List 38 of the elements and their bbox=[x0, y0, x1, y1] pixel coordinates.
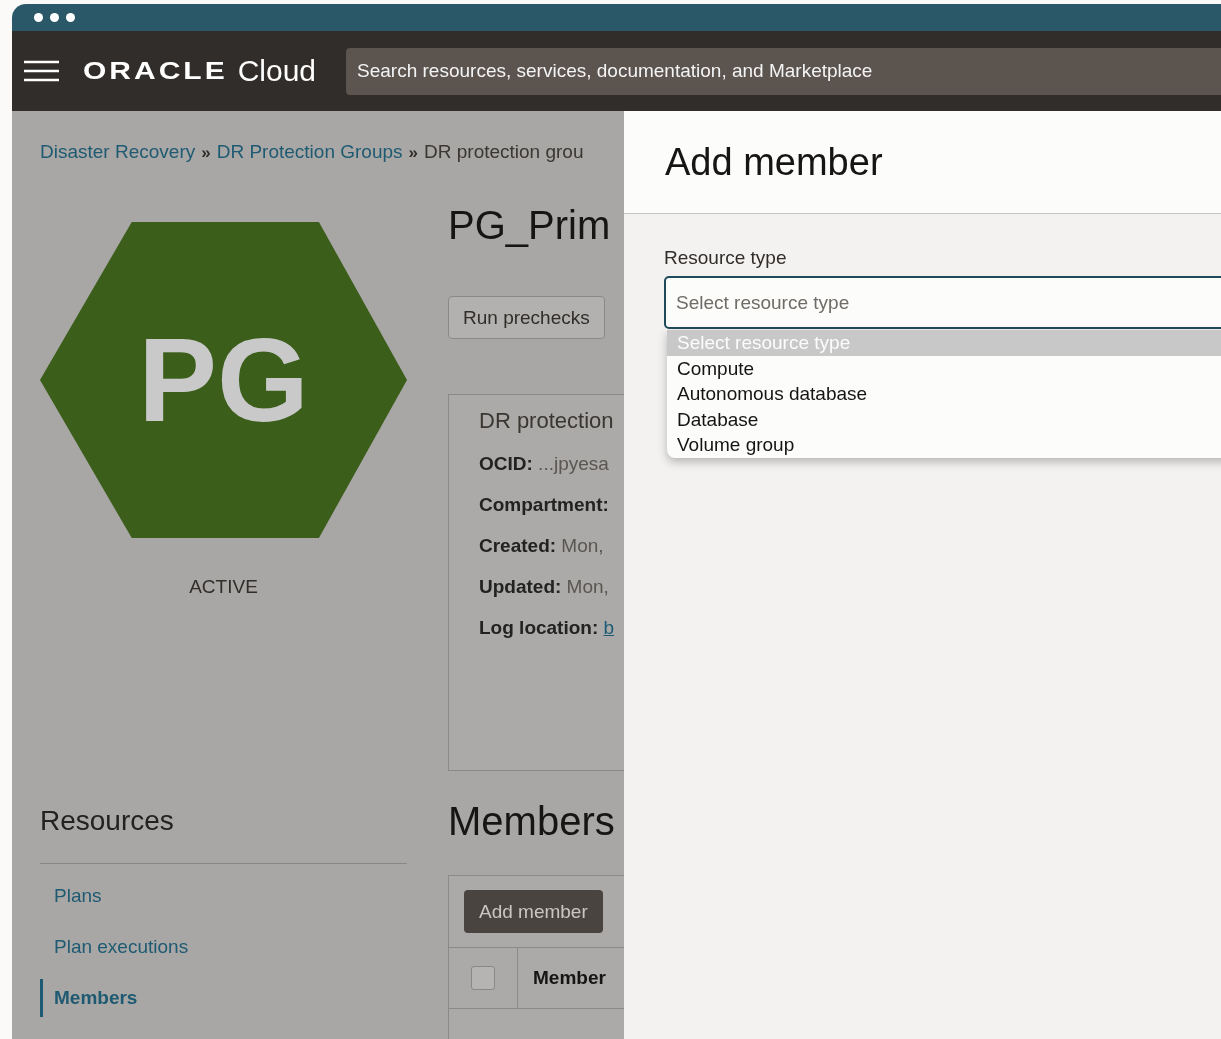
info-field: Log location: b bbox=[479, 617, 624, 639]
resource-nav-link[interactable]: Plans bbox=[40, 877, 407, 915]
breadcrumb-separator: » bbox=[408, 143, 418, 163]
panel-title: Add member bbox=[665, 140, 883, 184]
add-member-button[interactable]: Add member bbox=[464, 890, 603, 933]
action-button[interactable]: Run prechecks bbox=[448, 296, 605, 339]
field-label: Resource type bbox=[664, 247, 788, 269]
dropdown-option[interactable]: Compute bbox=[667, 355, 1221, 381]
info-field: Updated: Mon, bbox=[479, 576, 624, 598]
column-header: Member bbox=[532, 966, 606, 990]
info-field: Compartment: bbox=[479, 494, 624, 516]
dropdown-option[interactable]: Autonomous database bbox=[667, 381, 1221, 407]
info-field: OCID: ...jpyesa bbox=[479, 453, 624, 475]
breadcrumb-current: DR protection grou bbox=[424, 141, 584, 163]
menu-icon[interactable] bbox=[24, 60, 59, 82]
members-heading: Members bbox=[448, 799, 616, 843]
product-name: Cloud bbox=[237, 54, 317, 88]
breadcrumb-separator: » bbox=[201, 143, 211, 163]
info-field: Created: Mon, bbox=[479, 535, 624, 557]
resource-type-select[interactable]: Select resource type bbox=[664, 276, 1221, 329]
dropdown-option[interactable]: Database bbox=[667, 406, 1221, 432]
resource-nav-link[interactable]: Plan executions bbox=[40, 928, 407, 966]
page-title: PG_Prim bbox=[448, 203, 612, 247]
logo-text[interactable]: ORACLE bbox=[83, 57, 228, 85]
window-dot-icon bbox=[50, 13, 59, 22]
search-field[interactable]: Search resources, services, documentation, and Marketplace bbox=[346, 47, 1221, 95]
status-text: ACTIVE bbox=[188, 576, 259, 598]
badge-initials: PG bbox=[138, 313, 309, 448]
select-all-checkbox[interactable] bbox=[471, 966, 495, 990]
window-dot-icon bbox=[34, 13, 43, 22]
window-dot-icon bbox=[66, 13, 75, 22]
card-title: DR protection bbox=[479, 408, 615, 434]
log-location-link[interactable]: b bbox=[603, 617, 615, 638]
resources-heading: Resources bbox=[40, 805, 407, 864]
breadcrumb-link[interactable]: DR Protection Groups bbox=[216, 141, 403, 163]
breadcrumb-link[interactable]: Disaster Recovery bbox=[40, 141, 196, 163]
dropdown-option[interactable]: Volume group bbox=[667, 432, 1221, 458]
resource-nav-link[interactable]: Members bbox=[40, 979, 407, 1017]
